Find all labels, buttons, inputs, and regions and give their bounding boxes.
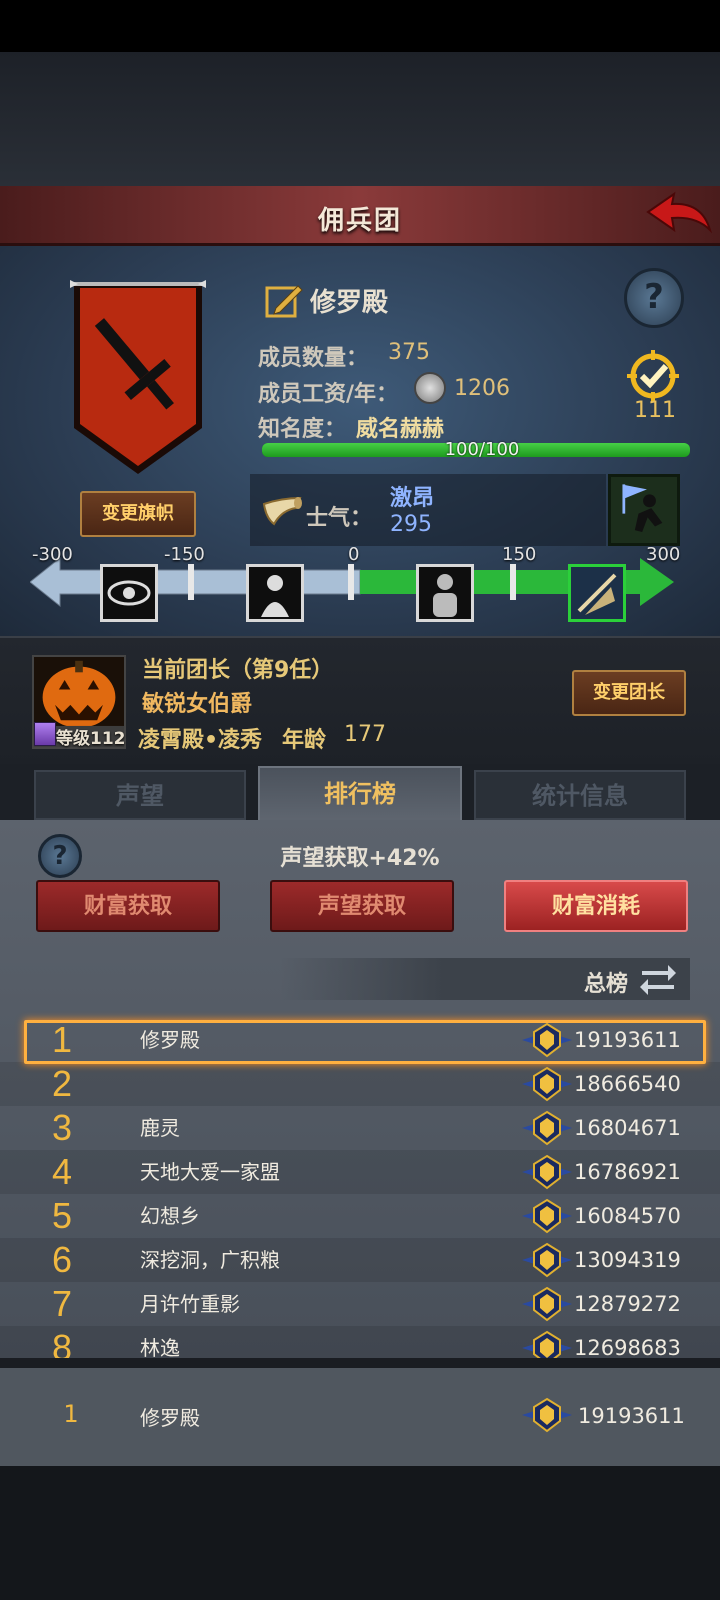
wealth-spent-button[interactable]: 财富消耗 xyxy=(504,880,688,932)
guild-name: 月许竹重影 xyxy=(140,1292,240,1316)
rank-number: 3 xyxy=(51,1107,73,1148)
rank-number: 7 xyxy=(51,1283,73,1324)
tab-statistics[interactable]: 统计信息 xyxy=(474,770,686,820)
member-count-value: 375 xyxy=(388,340,430,365)
horn-icon xyxy=(262,496,302,526)
table-row[interactable]: 8 林逸 12698683 xyxy=(0,1326,720,1358)
top-background xyxy=(0,0,720,186)
member-count-label: 成员数量： xyxy=(258,346,369,371)
guild-name: 修罗殿 xyxy=(310,288,389,318)
rank-number: 2 xyxy=(51,1063,73,1104)
guild-name: 幻想乡 xyxy=(140,1204,200,1228)
rank-score: 18666540 xyxy=(574,1072,681,1096)
morale-tick-label: -300 xyxy=(32,544,73,565)
guild-name: 鹿灵 xyxy=(140,1116,180,1140)
wage-value: 1206 xyxy=(454,376,510,401)
rank-score: 16084570 xyxy=(574,1204,681,1228)
leader-name: 敏锐女伯爵 xyxy=(142,692,253,717)
fame-progress-text: 100/100 xyxy=(444,439,520,460)
leader-age: 177 xyxy=(344,722,386,747)
achievement-badge-icon[interactable] xyxy=(622,348,684,404)
morale-value: 295 xyxy=(390,512,432,537)
change-leader-button[interactable]: 变更团长 xyxy=(572,670,686,716)
leader-level: 等级112 xyxy=(56,729,126,749)
rank-score: 16804671 xyxy=(574,1116,681,1140)
wand-icon xyxy=(34,722,56,746)
leader-house: 凌霄殿•凌秀 xyxy=(138,728,263,753)
morale-tick-label: 300 xyxy=(646,544,681,565)
leader-age-label: 年龄 xyxy=(282,728,327,753)
rank-score: 12879272 xyxy=(574,1292,681,1316)
rank-medal-icon xyxy=(522,1330,572,1358)
swap-arrows-icon[interactable] xyxy=(638,961,678,995)
rank-number: 4 xyxy=(51,1151,73,1192)
reputation-bonus-text: 声望获取+42% xyxy=(280,846,440,871)
rank-number: 6 xyxy=(51,1239,73,1280)
tab-leaderboard[interactable]: 排行榜 xyxy=(258,766,462,822)
edit-name-icon[interactable] xyxy=(264,280,304,320)
help-icon[interactable]: ? xyxy=(624,268,684,328)
wage-label: 成员工资/年： xyxy=(258,382,399,407)
table-row[interactable]: 6 深挖洞，广积粮 13094319 xyxy=(0,1238,720,1282)
my-guild-name: 修罗殿 xyxy=(140,1406,200,1430)
rank-medal-icon xyxy=(522,1242,572,1278)
morale-level-eye-icon[interactable] xyxy=(100,564,158,622)
rank-score: 12698683 xyxy=(574,1336,681,1358)
scope-label[interactable]: 总榜 xyxy=(584,966,628,998)
scope-bar xyxy=(280,958,690,1000)
rank-score: 16786921 xyxy=(574,1160,681,1184)
morale-level-charge-icon[interactable] xyxy=(568,564,626,622)
leaderboard-list: 1 修罗殿 19193611 2 18666540 3 鹿灵 16804671 … xyxy=(0,1018,720,1358)
divider xyxy=(0,1358,720,1368)
guild-name: 深挖洞，广积粮 xyxy=(140,1248,280,1272)
rank-medal-icon xyxy=(522,1066,572,1102)
tab-reputation[interactable]: 声望 xyxy=(34,770,246,820)
guild-banner-icon xyxy=(70,280,206,474)
guild-name: 林逸 xyxy=(140,1336,180,1358)
morale-tick-label: -150 xyxy=(164,544,205,565)
my-rank-score: 19193611 xyxy=(578,1404,685,1428)
morale-level-despair-icon[interactable] xyxy=(246,564,304,622)
rank-medal-icon xyxy=(522,1286,572,1322)
back-arrow-icon[interactable] xyxy=(644,190,714,240)
morale-label: 士气： xyxy=(306,506,373,531)
change-flag-button[interactable]: 变更旗帜 xyxy=(80,491,196,537)
wealth-gain-button[interactable]: 财富获取 xyxy=(36,880,220,932)
morale-tick-label: 0 xyxy=(348,544,360,565)
table-row[interactable]: 7 月许竹重影 12879272 xyxy=(0,1282,720,1326)
silver-coin-icon xyxy=(414,372,446,404)
guild-name: 天地大爱一家盟 xyxy=(140,1160,280,1184)
rank-medal-icon xyxy=(522,1198,572,1234)
table-row[interactable]: 5 幻想乡 16084570 xyxy=(0,1194,720,1238)
leader-title: 当前团长（第9任） xyxy=(142,658,334,683)
rank-number: 8 xyxy=(51,1327,73,1358)
badge-count: 111 xyxy=(634,398,676,423)
rank-medal-icon xyxy=(522,1110,572,1146)
rank-medal-icon xyxy=(522,1397,572,1433)
rank-number: 5 xyxy=(51,1195,73,1236)
rank-medal-icon xyxy=(522,1154,572,1190)
table-row[interactable]: 2 18666540 xyxy=(0,1062,720,1106)
morale-tick-label: 150 xyxy=(502,544,537,565)
table-row[interactable]: 4 天地大爱一家盟 16786921 xyxy=(0,1150,720,1194)
morale-state: 激昂 xyxy=(390,486,435,511)
table-row[interactable]: 3 鹿灵 16804671 xyxy=(0,1106,720,1150)
rank-score: 13094319 xyxy=(574,1248,681,1272)
page-title: 佣兵团 xyxy=(317,206,402,236)
my-rank-number: 1 xyxy=(63,1400,79,1428)
selected-row-highlight xyxy=(24,1020,706,1064)
reputation-gain-button[interactable]: 声望获取 xyxy=(270,880,454,932)
morale-level-calm-icon[interactable] xyxy=(416,564,474,622)
bottom-background xyxy=(0,1466,720,1600)
morale-charge-icon[interactable] xyxy=(608,474,680,546)
